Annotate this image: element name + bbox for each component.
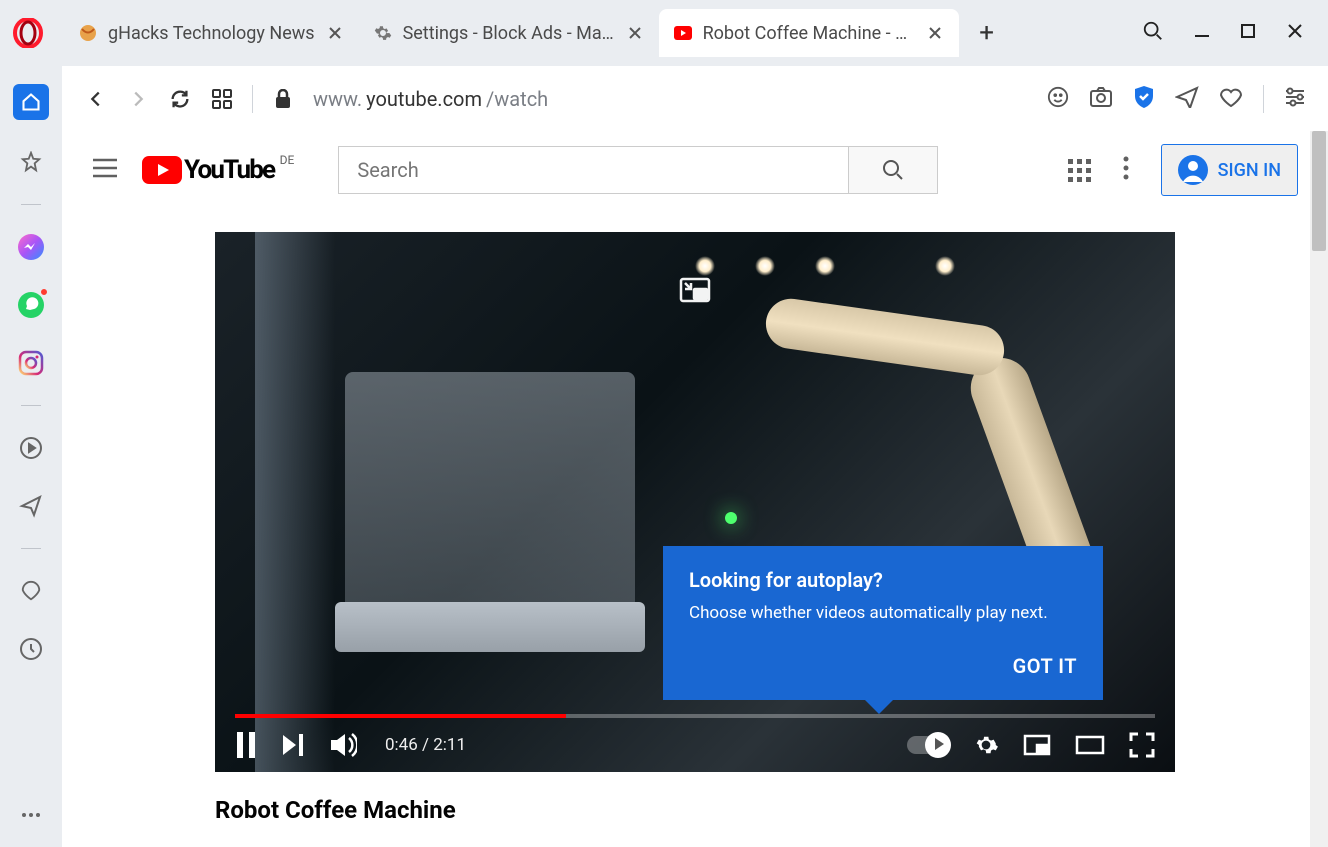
pause-button[interactable] bbox=[235, 732, 257, 758]
search-input[interactable] bbox=[338, 146, 848, 194]
opera-sidebar bbox=[0, 66, 62, 847]
url-prefix: www. bbox=[313, 87, 362, 111]
autoplay-tooltip: Looking for autoplay? Choose whether vid… bbox=[663, 546, 1103, 700]
youtube-header: YouTube DE SIGN IN bbox=[62, 132, 1328, 208]
url-domain: youtube.com bbox=[366, 87, 482, 111]
emoji-icon[interactable] bbox=[1047, 86, 1069, 112]
video-title: Robot Coffee Machine bbox=[215, 796, 1175, 824]
youtube-logo-text: YouTube bbox=[184, 155, 274, 185]
youtube-search bbox=[338, 146, 938, 194]
settings-menu-icon[interactable] bbox=[1123, 156, 1129, 184]
page-content: YouTube DE SIGN IN bbox=[62, 132, 1328, 847]
tab-strip: gHacks Technology News Settings - Block … bbox=[64, 0, 1142, 66]
browser-titlebar: gHacks Technology News Settings - Block … bbox=[0, 0, 1328, 66]
miniplayer-overlay-icon[interactable] bbox=[678, 274, 712, 308]
next-button[interactable] bbox=[281, 734, 305, 756]
tab-title: Settings - Block Ads - Mana bbox=[403, 23, 615, 44]
youtube-region: DE bbox=[280, 153, 295, 167]
apps-icon[interactable] bbox=[1068, 159, 1091, 182]
settings-gear-icon[interactable] bbox=[973, 732, 999, 758]
tooltip-body: Choose whether videos automatically play… bbox=[689, 602, 1077, 626]
maximize-button[interactable] bbox=[1240, 23, 1256, 43]
close-window-button[interactable] bbox=[1286, 22, 1304, 44]
fullscreen-icon[interactable] bbox=[1129, 732, 1155, 758]
autoplay-toggle[interactable] bbox=[907, 736, 949, 754]
heart-icon[interactable] bbox=[1219, 86, 1243, 112]
close-icon[interactable] bbox=[325, 23, 345, 43]
whatsapp-icon[interactable] bbox=[15, 289, 47, 321]
miniplayer-icon[interactable] bbox=[1023, 734, 1051, 756]
tab-1[interactable]: Settings - Block Ads - Mana bbox=[359, 9, 659, 57]
more-icon[interactable] bbox=[15, 799, 47, 831]
speed-dial-icon[interactable] bbox=[210, 87, 234, 111]
back-button[interactable] bbox=[84, 87, 108, 111]
tooltip-dismiss-button[interactable]: GOT IT bbox=[689, 654, 1077, 678]
forward-button[interactable] bbox=[126, 87, 150, 111]
youtube-logo[interactable]: YouTube DE bbox=[142, 155, 274, 185]
messenger-icon[interactable] bbox=[15, 231, 47, 263]
lock-icon[interactable] bbox=[271, 87, 295, 111]
ghacks-favicon-icon bbox=[78, 23, 98, 43]
time-display: 0:46 / 2:11 bbox=[385, 735, 466, 755]
new-tab-button[interactable]: + bbox=[967, 13, 1007, 53]
volume-button[interactable] bbox=[329, 732, 357, 758]
hamburger-menu-icon[interactable] bbox=[92, 158, 118, 182]
separator bbox=[1263, 85, 1264, 113]
reload-button[interactable] bbox=[168, 87, 192, 111]
player-icon[interactable] bbox=[15, 432, 47, 464]
separator bbox=[252, 85, 253, 113]
player-controls: 0:46 / 2:11 bbox=[215, 718, 1175, 772]
tab-0[interactable]: gHacks Technology News bbox=[64, 9, 359, 57]
gear-icon bbox=[373, 23, 393, 43]
theater-mode-icon[interactable] bbox=[1075, 735, 1105, 755]
search-icon[interactable] bbox=[1142, 20, 1164, 46]
separator bbox=[21, 204, 41, 205]
page-scrollbar[interactable] bbox=[1310, 131, 1328, 847]
url-field[interactable]: www.youtube.com/watch bbox=[313, 87, 1029, 111]
separator bbox=[21, 548, 41, 549]
send-icon[interactable] bbox=[15, 490, 47, 522]
bookmarks-icon[interactable] bbox=[15, 146, 47, 178]
easy-setup-icon[interactable] bbox=[1284, 87, 1306, 111]
url-path: /watch bbox=[486, 87, 548, 111]
signin-label: SIGN IN bbox=[1218, 160, 1281, 181]
close-icon[interactable] bbox=[925, 23, 945, 43]
signin-button[interactable]: SIGN IN bbox=[1161, 144, 1298, 196]
search-button[interactable] bbox=[848, 146, 938, 194]
tab-title: gHacks Technology News bbox=[108, 23, 315, 44]
history-icon[interactable] bbox=[15, 633, 47, 665]
pinboards-icon[interactable] bbox=[15, 575, 47, 607]
video-player[interactable]: Looking for autoplay? Choose whether vid… bbox=[215, 232, 1175, 772]
camera-icon[interactable] bbox=[1089, 86, 1113, 112]
scroll-thumb[interactable] bbox=[1312, 131, 1326, 251]
window-controls bbox=[1142, 20, 1320, 46]
youtube-favicon-icon bbox=[673, 23, 693, 43]
opera-menu-button[interactable] bbox=[8, 13, 48, 53]
close-icon[interactable] bbox=[625, 23, 645, 43]
address-bar: www.youtube.com/watch bbox=[62, 66, 1328, 132]
tab-title: Robot Coffee Machine - Yo bbox=[703, 23, 915, 44]
instagram-icon[interactable] bbox=[15, 347, 47, 379]
separator bbox=[21, 405, 41, 406]
minimize-button[interactable] bbox=[1194, 23, 1210, 43]
adblock-shield-icon[interactable] bbox=[1133, 85, 1155, 113]
tooltip-title: Looking for autoplay? bbox=[689, 568, 1077, 592]
send-to-flow-icon[interactable] bbox=[1175, 86, 1199, 112]
home-icon[interactable] bbox=[13, 84, 49, 120]
tab-2[interactable]: Robot Coffee Machine - Yo bbox=[659, 9, 959, 57]
